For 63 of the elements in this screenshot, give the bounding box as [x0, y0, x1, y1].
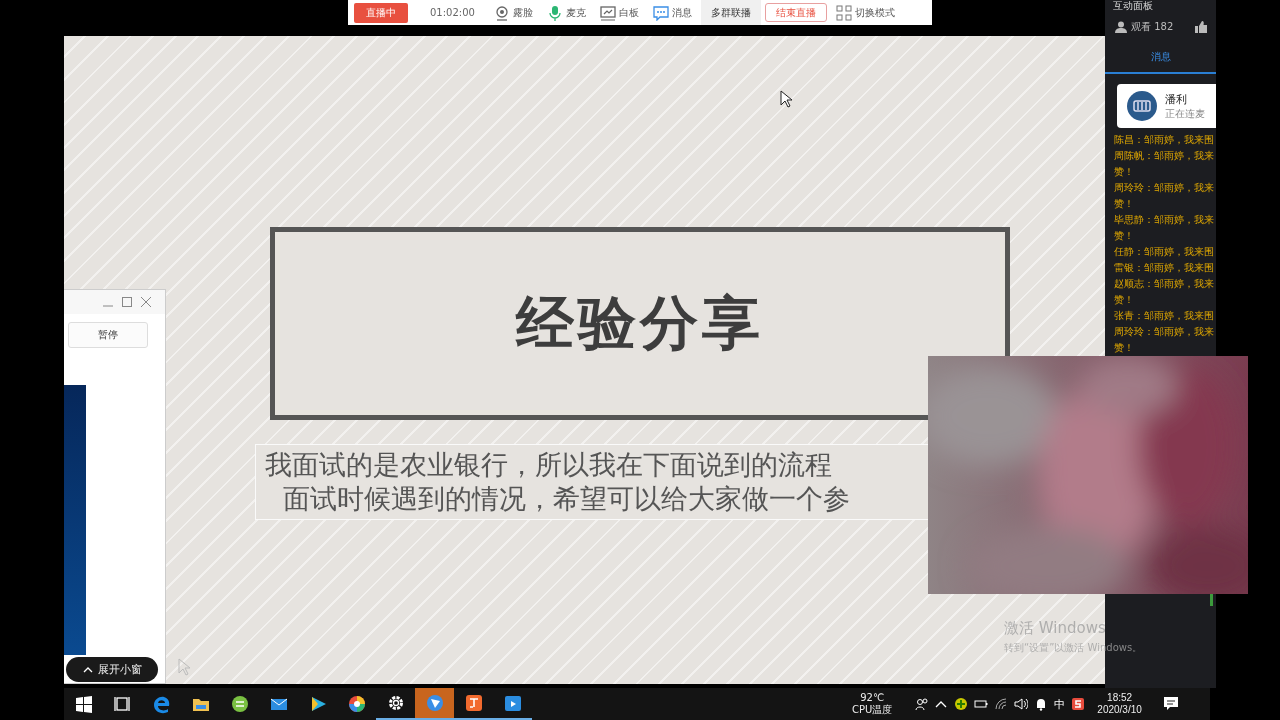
- round-app-icon: [229, 694, 250, 714]
- cursor-icon: [780, 90, 792, 108]
- square-app-icon: [463, 693, 484, 713]
- bird-icon: [424, 693, 445, 713]
- toolbar-button[interactable]: 白板: [594, 4, 644, 21]
- chat-message: 周陈帆：邹雨婷，我来 赞！: [1113, 149, 1214, 179]
- volume-icon[interactable]: [1014, 697, 1029, 711]
- person-icon: [1115, 21, 1127, 33]
- task-view-icon: [112, 694, 133, 714]
- toolbar-button[interactable]: 麦克: [541, 4, 591, 21]
- clock-button[interactable]: 18:52 2020/3/10: [1097, 692, 1142, 716]
- battery-icon[interactable]: [974, 697, 989, 711]
- chat-message: 赵顺志：邹雨婷，我来 赞！: [1113, 277, 1214, 307]
- subtitle-text: 我面试的是农业银行，所以我在下面说到的流程: [265, 448, 833, 482]
- speaker-status: 正在连麦: [1165, 106, 1205, 121]
- timer-text: 01:02:00: [430, 7, 475, 18]
- camera-icon: [493, 4, 510, 21]
- wifi-icon[interactable]: [994, 697, 1009, 711]
- avatar-icon: [1127, 91, 1157, 121]
- windows-start-icon: [73, 694, 94, 714]
- maximize-icon[interactable]: [122, 297, 132, 307]
- chat-message: 雷银：邹雨婷，我来围: [1113, 261, 1214, 275]
- microphone-icon: [546, 4, 563, 21]
- whiteboard-icon: [599, 4, 616, 21]
- cpu-temperature: 92℃: [860, 692, 885, 704]
- chat-message: 张青：邹雨婷，我来围: [1113, 309, 1214, 323]
- panel-tab[interactable]: 消息: [1105, 46, 1171, 72]
- grid-icon: [835, 4, 852, 21]
- pause-button[interactable]: 暂停: [68, 322, 148, 348]
- people-icon[interactable]: [914, 697, 929, 711]
- plus-icon[interactable]: [954, 697, 969, 711]
- chat-icon: [652, 4, 669, 21]
- switch-mode-button[interactable]: 切换模式: [830, 4, 900, 21]
- panel-title: 互动面板: [1113, 0, 1154, 12]
- activation-title: 激活 Windows: [1004, 619, 1107, 638]
- chat-message: 陈昌：邹雨婷，我来围: [1113, 133, 1214, 147]
- notification-icon[interactable]: [1161, 695, 1180, 713]
- cpu-label: CPU温度: [852, 704, 893, 716]
- slide-title: 经验分享: [516, 287, 764, 359]
- end-live-button[interactable]: 结束直播: [764, 3, 827, 22]
- viewer-count: 观看 182: [1131, 20, 1174, 34]
- thumbs-up-icon: [1195, 21, 1208, 33]
- chat-message: 任静：邹雨婷，我来围: [1113, 245, 1214, 259]
- speaker-name: 潘利: [1165, 91, 1188, 107]
- chat-message: 周玲玲：邹雨婷，我来 赞！: [1113, 325, 1214, 355]
- live-badge: 直播中: [354, 2, 408, 23]
- subtitle-text: 面试时候遇到的情况，希望可以给大家做一个参: [282, 482, 851, 516]
- calendar-icon: [502, 693, 523, 713]
- color-wheel-icon: [346, 694, 367, 714]
- clock-time: 18:52: [1107, 692, 1133, 704]
- multi-broadcast-button[interactable]: 多群联播: [700, 0, 761, 25]
- chat-message: 周玲玲：邹雨婷，我来 赞！: [1113, 181, 1214, 211]
- expand-window-button[interactable]: 展开小窗: [66, 657, 158, 682]
- close-icon[interactable]: [141, 297, 151, 307]
- input-method-button[interactable]: 中: [1054, 696, 1066, 712]
- toolbar-button[interactable]: 露脸: [488, 4, 538, 21]
- s-logo-icon[interactable]: [1071, 697, 1086, 711]
- browser-icon: [151, 694, 172, 714]
- toolbar-button[interactable]: 消息: [647, 4, 697, 21]
- clock-date: 2020/3/10: [1097, 704, 1142, 716]
- cursor-icon: [178, 658, 190, 676]
- chat-message: 毕思静：邹雨婷，我来 赞！: [1113, 213, 1214, 243]
- caret-icon: [82, 666, 93, 673]
